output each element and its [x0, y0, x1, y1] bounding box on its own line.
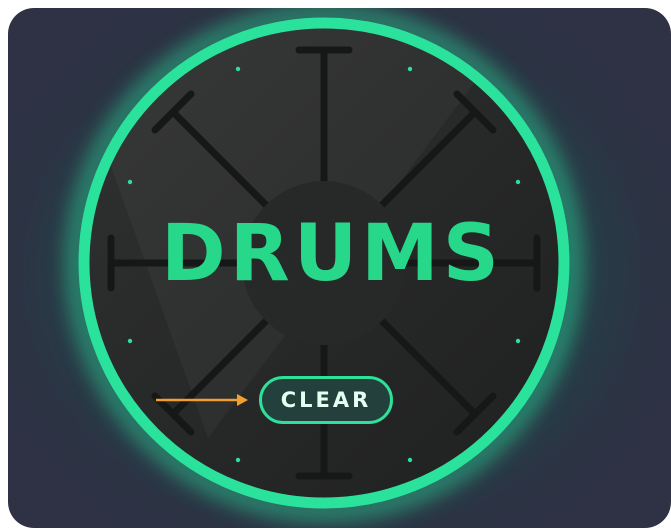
drum-pad-card: DRUMS CLEAR: [8, 8, 671, 528]
pad-title: DRUMS: [161, 209, 503, 299]
clear-button[interactable]: CLEAR: [259, 376, 393, 424]
